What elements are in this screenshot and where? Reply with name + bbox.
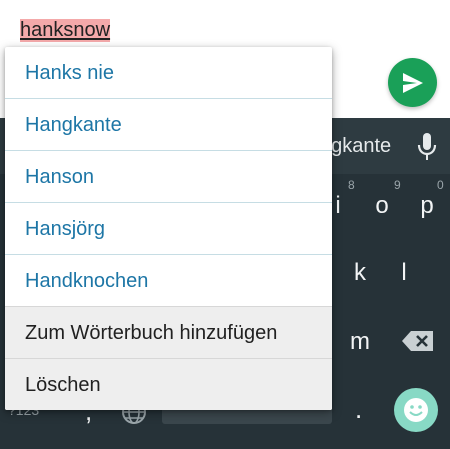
key-k[interactable]: k: [350, 259, 370, 287]
key-i[interactable]: i: [330, 192, 346, 220]
backspace-icon[interactable]: [402, 331, 434, 351]
key-l[interactable]: l: [396, 259, 412, 287]
suggestion-item[interactable]: Hanson: [5, 151, 332, 203]
emoji-icon: [404, 398, 428, 422]
microphone-icon[interactable]: [416, 132, 438, 162]
send-arrow-icon: [402, 72, 423, 93]
key-hint-0: 0: [437, 178, 444, 192]
screen: hanksnow ngkante 8 9 0 i o p k l m ?123 …: [0, 0, 450, 449]
suggestion-item[interactable]: Hangkante: [5, 99, 332, 151]
emoji-button[interactable]: [394, 388, 438, 432]
suggestion-item[interactable]: Handknochen: [5, 255, 332, 307]
suggestion-item[interactable]: Hanks nie: [5, 47, 332, 99]
delete-button[interactable]: Löschen: [5, 358, 332, 410]
key-p[interactable]: p: [417, 192, 437, 220]
misspelled-word[interactable]: hanksnow: [20, 19, 111, 42]
suggestion-item[interactable]: Hansjörg: [5, 203, 332, 255]
spelling-suggestions-popup: Hanks nie Hangkante Hanson Hansjörg Hand…: [5, 47, 332, 410]
period-key[interactable]: .: [355, 394, 362, 425]
key-o[interactable]: o: [372, 192, 392, 220]
add-to-dictionary-button[interactable]: Zum Wörterbuch hinzufügen: [5, 306, 332, 358]
key-hint-8: 8: [348, 178, 355, 192]
key-hint-9: 9: [394, 178, 401, 192]
send-button[interactable]: [388, 58, 437, 107]
key-m[interactable]: m: [346, 328, 374, 356]
